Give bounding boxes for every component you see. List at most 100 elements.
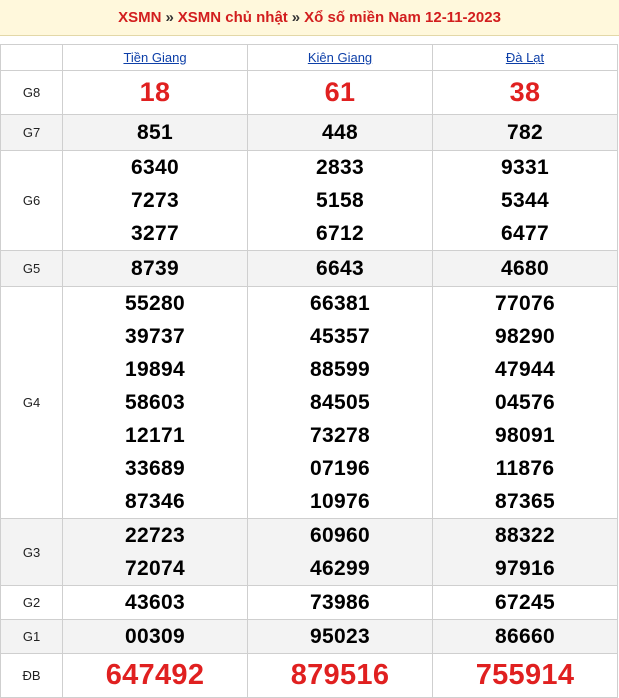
province-link-da-lat[interactable]: Đà Lạt	[506, 50, 544, 65]
prize-number: 19894	[125, 358, 185, 381]
prize-number: 98290	[495, 325, 555, 348]
breadcrumb-result-date-link[interactable]: Xổ số miền Nam 12-11-2023	[304, 9, 501, 26]
prize-cell: 73986	[247, 585, 433, 620]
prize-cell: 86660	[432, 619, 618, 654]
prize-cell: 67245	[432, 585, 618, 620]
prize-number: 647492	[105, 659, 205, 691]
prize-number: 73278	[310, 424, 370, 447]
prize-label: G2	[0, 585, 63, 620]
prize-number: 879516	[290, 659, 390, 691]
prize-label: G6	[0, 150, 63, 251]
prize-label: G4	[0, 286, 63, 519]
prize-number: 8739	[131, 257, 179, 280]
prize-number: 9331	[501, 156, 549, 179]
prize-label: G8	[0, 70, 63, 115]
prize-number: 95023	[310, 625, 370, 648]
prize-number: 60960	[310, 524, 370, 547]
prize-number: 67245	[495, 591, 555, 614]
prize-number: 4680	[501, 257, 549, 280]
prize-number: 6477	[501, 222, 549, 245]
prize-label: G7	[0, 114, 63, 151]
prize-cell: 61	[247, 70, 433, 115]
lottery-results-table: Tiền Giang Kiên Giang Đà Lạt G8 18 61 38 G7 8…	[0, 44, 618, 698]
prize-number: 04576	[495, 391, 555, 414]
prize-number: 55280	[125, 292, 185, 315]
breadcrumb-xsmn-link[interactable]: XSMN	[118, 9, 161, 26]
prize-cell: 66381 45357 88599 84505 73278 07196 10976	[247, 286, 433, 519]
breadcrumb-separator: »	[291, 9, 301, 26]
prize-cell: 755914	[432, 653, 618, 698]
prize-number: 755914	[475, 659, 575, 691]
prize-number: 86660	[495, 625, 555, 648]
prize-number: 22723	[125, 524, 185, 547]
prize-number: 10976	[310, 490, 370, 513]
prize-number: 87365	[495, 490, 555, 513]
prize-number: 58603	[125, 391, 185, 414]
prize-number: 87346	[125, 490, 185, 513]
prize-row: G2 43603 73986 67245	[0, 585, 618, 620]
prize-cell: 55280 39737 19894 58603 12171 33689 87346	[62, 286, 248, 519]
prize-number: 18	[139, 77, 171, 107]
prize-number: 38	[509, 77, 541, 107]
prize-number: 11876	[495, 457, 555, 480]
prize-number: 00309	[125, 625, 185, 648]
prize-number: 6340	[131, 156, 179, 179]
prize-cell: 4680	[432, 250, 618, 287]
prize-cell: 448	[247, 114, 433, 151]
prize-number: 72074	[125, 557, 185, 580]
prize-row: G6 6340 7273 3277 2833 5158 6712 9331 5344 6477	[0, 150, 618, 251]
prize-cell: 647492	[62, 653, 248, 698]
prize-cell: 95023	[247, 619, 433, 654]
prize-number: 7273	[131, 189, 179, 212]
prize-cell: 22723 72074	[62, 518, 248, 586]
prize-number: 88599	[310, 358, 370, 381]
prize-row: G1 00309 95023 86660	[0, 619, 618, 654]
prize-number: 5344	[501, 189, 549, 212]
prize-label: G3	[0, 518, 63, 586]
prize-number: 98091	[495, 424, 555, 447]
prize-number: 61	[324, 77, 356, 107]
prize-number: 45357	[310, 325, 370, 348]
prize-cell: 18	[62, 70, 248, 115]
prize-number: 851	[137, 121, 173, 144]
prize-number: 39737	[125, 325, 185, 348]
corner-cell	[0, 44, 63, 71]
prize-label: G1	[0, 619, 63, 654]
prize-number: 46299	[310, 557, 370, 580]
prize-number: 66381	[310, 292, 370, 315]
prize-cell: 782	[432, 114, 618, 151]
prize-number: 88322	[495, 524, 555, 547]
prize-number: 3277	[131, 222, 179, 245]
prize-cell: 9331 5344 6477	[432, 150, 618, 251]
prize-row: G4 55280 39737 19894 58603 12171 33689 87346 663…	[0, 286, 618, 519]
breadcrumb-xsmn-sunday-link[interactable]: XSMN chủ nhật	[178, 9, 288, 26]
prize-number: 07196	[310, 457, 370, 480]
prize-number: 6643	[316, 257, 364, 280]
prize-row: G3 22723 72074 60960 46299 88322 97916	[0, 518, 618, 586]
prize-number: 33689	[125, 457, 185, 480]
prize-number: 5158	[316, 189, 364, 212]
prize-number: 77076	[495, 292, 555, 315]
prize-number: 782	[507, 121, 543, 144]
province-link-kien-giang[interactable]: Kiên Giang	[308, 50, 372, 65]
prize-cell: 6643	[247, 250, 433, 287]
prize-number: 2833	[316, 156, 364, 179]
province-header: Đà Lạt	[432, 44, 618, 71]
prize-number: 97916	[495, 557, 555, 580]
prize-cell: 851	[62, 114, 248, 151]
prize-number: 43603	[125, 591, 185, 614]
breadcrumb-separator: »	[165, 9, 174, 26]
prize-cell: 8739	[62, 250, 248, 287]
prize-cell: 88322 97916	[432, 518, 618, 586]
prize-cell: 2833 5158 6712	[247, 150, 433, 251]
prize-label: G5	[0, 250, 63, 287]
province-header: Tiền Giang	[62, 44, 248, 71]
prize-cell: 43603	[62, 585, 248, 620]
prize-cell: 60960 46299	[247, 518, 433, 586]
prize-cell: 6340 7273 3277	[62, 150, 248, 251]
province-link-tien-giang[interactable]: Tiền Giang	[123, 50, 186, 65]
prize-cell: 00309	[62, 619, 248, 654]
prize-number: 47944	[495, 358, 555, 381]
prize-cell: 77076 98290 47944 04576 98091 11876 87365	[432, 286, 618, 519]
prize-row: G7 851 448 782	[0, 114, 618, 151]
